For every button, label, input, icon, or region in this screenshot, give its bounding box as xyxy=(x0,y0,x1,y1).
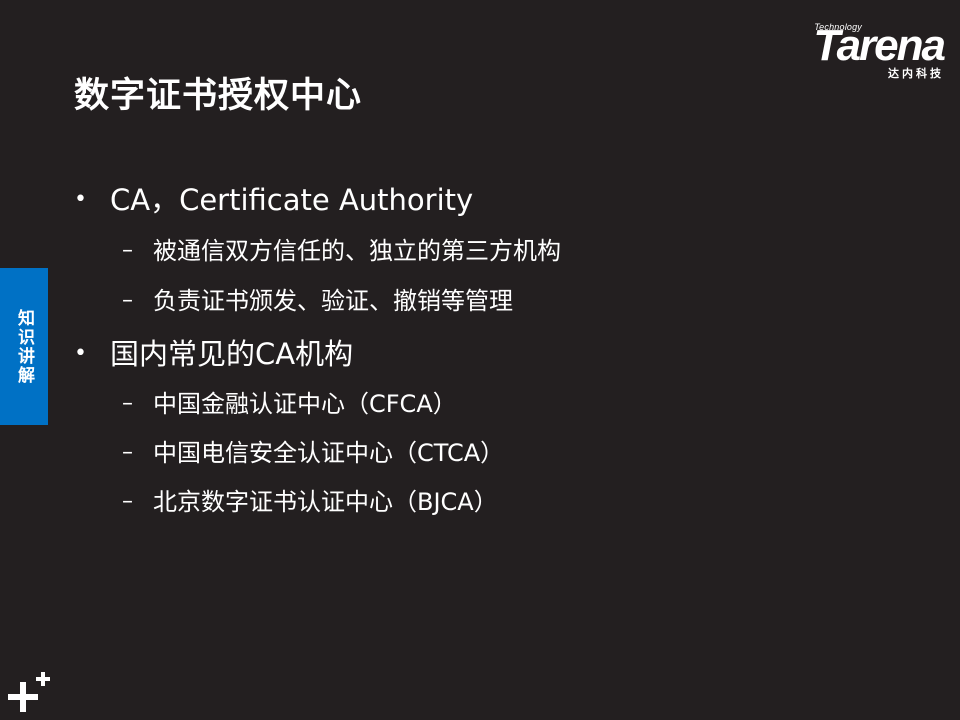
sub-bullet-item: 北京数字证书认证中心（BJCA） xyxy=(153,488,498,516)
side-tab-label: 知识讲解 xyxy=(14,308,34,385)
sub-bullet-item: 中国电信安全认证中心（CTCA） xyxy=(153,439,505,467)
bullet-item: CA，Certificate Authority xyxy=(110,183,474,217)
sub-bullet-item: 负责证书颁发、验证、撤销等管理 xyxy=(153,287,513,315)
sub-bullet-item: 中国金融认证中心（CFCA） xyxy=(153,390,457,418)
logo-wordmark: Tarena xyxy=(813,21,946,70)
bullet-item: 国内常见的CA机构 xyxy=(110,337,354,371)
sub-bullet-marker: – xyxy=(122,440,133,465)
slide: Technology Tarena 达内科技 数字证书授权中心 知识讲解 • C… xyxy=(0,0,960,720)
tarena-logo: Technology Tarena 达内科技 xyxy=(774,21,946,86)
sub-bullet-item: 被通信双方信任的、独立的第三方机构 xyxy=(153,237,561,265)
slide-title: 数字证书授权中心 xyxy=(74,76,363,116)
side-section-tab: 知识讲解 xyxy=(0,268,48,425)
sub-bullet-marker: – xyxy=(122,391,133,416)
logo-chinese-name: 达内科技 xyxy=(888,67,944,80)
bullet-marker: • xyxy=(74,341,87,366)
sub-bullet-marker: – xyxy=(122,238,133,263)
sub-bullet-marker: – xyxy=(122,489,133,514)
sub-bullet-marker: – xyxy=(122,288,133,313)
bullet-marker: • xyxy=(74,187,87,212)
plus-cluster-icon xyxy=(8,672,50,712)
